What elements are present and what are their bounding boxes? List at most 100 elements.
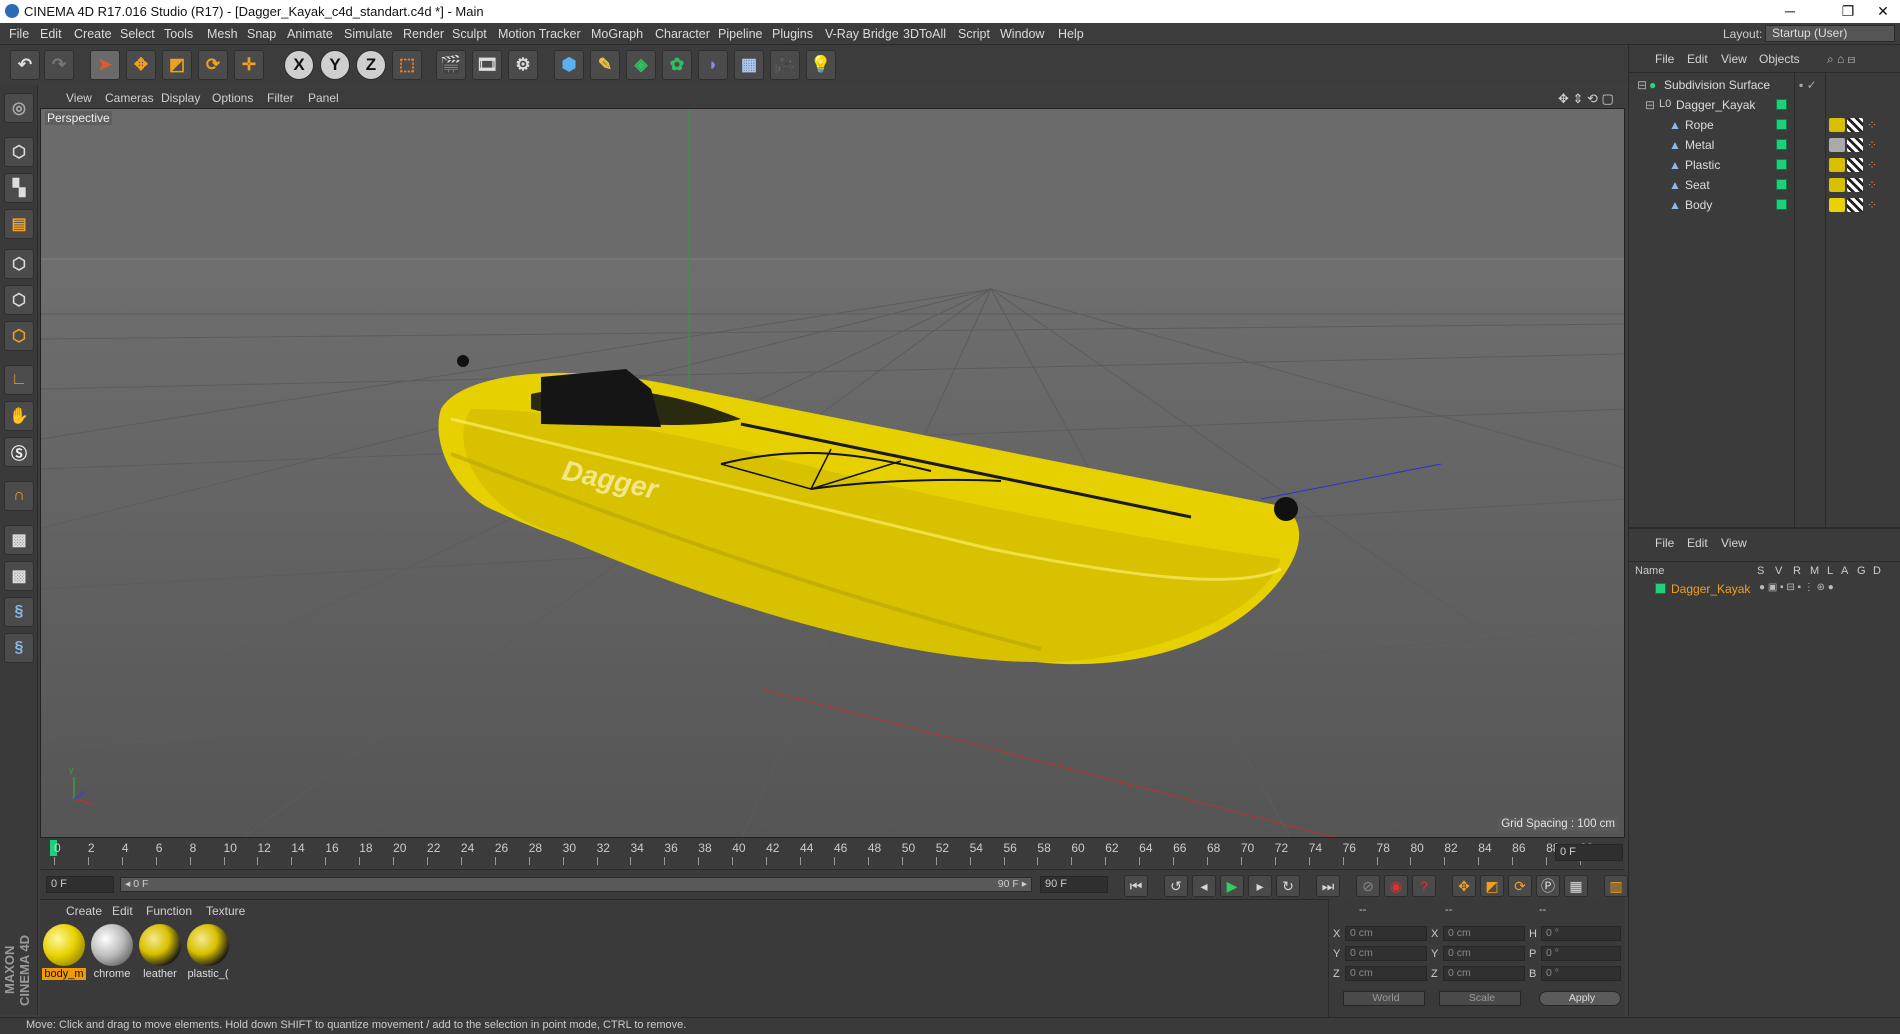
minimize-button[interactable]: ─ xyxy=(1768,0,1812,23)
layer-color-swatch[interactable] xyxy=(1655,583,1666,594)
column-view[interactable]: V xyxy=(1775,565,1782,577)
menu-animate[interactable]: Animate xyxy=(287,27,333,41)
menu-character[interactable]: Character xyxy=(655,27,710,41)
layout-select[interactable]: Startup (User) xyxy=(1765,25,1895,42)
key-pla-icon[interactable]: ▦ xyxy=(1564,875,1588,897)
axis-x-button[interactable]: X xyxy=(284,50,314,80)
layer-menu-edit[interactable]: Edit xyxy=(1687,536,1708,550)
material-tag-icon[interactable] xyxy=(1829,178,1845,192)
uvw-tag-icon[interactable] xyxy=(1847,178,1863,192)
column-deformers[interactable]: D xyxy=(1873,565,1881,577)
viewport-menu-view[interactable]: View xyxy=(66,91,92,105)
viewport-menu-filter[interactable]: Filter xyxy=(267,91,294,105)
go-to-end-icon[interactable]: ⏭ xyxy=(1316,875,1340,897)
column-generators[interactable]: G xyxy=(1857,565,1866,577)
layer-toggle-icons[interactable]: ● ▣ ▪ ⊟ ▪ ⋮ ⊛ ● xyxy=(1759,582,1834,593)
previous-frame-icon[interactable]: ◂ xyxy=(1192,875,1216,897)
object-row-seat[interactable]: ▲ Seat ⁘ xyxy=(1629,175,1900,195)
apply-button[interactable]: Apply xyxy=(1539,991,1621,1006)
position-y-field[interactable]: 0 cm xyxy=(1345,946,1427,961)
position-z-field[interactable]: 0 cm xyxy=(1345,966,1427,981)
deformer-icon[interactable]: ◗ xyxy=(698,50,728,80)
uvw-tag-icon[interactable] xyxy=(1847,158,1863,172)
python-icon[interactable]: § xyxy=(4,597,34,627)
menu-sculpt[interactable]: Sculpt xyxy=(452,27,487,41)
size-y-field[interactable]: 0 cm xyxy=(1443,946,1525,961)
snap-icon[interactable]: Ⓢ xyxy=(4,437,34,467)
column-solo[interactable]: S xyxy=(1757,565,1764,577)
grid-icon[interactable]: ▩ xyxy=(4,525,34,555)
enable-check-icon[interactable]: ▪ ✓ xyxy=(1799,78,1817,92)
pen-spline-icon[interactable]: ✎ xyxy=(590,50,620,80)
column-render[interactable]: R xyxy=(1793,565,1801,577)
menu-window[interactable]: Window xyxy=(1000,27,1044,41)
menu-file[interactable]: File xyxy=(9,27,29,41)
key-scale-icon[interactable]: ◩ xyxy=(1480,875,1504,897)
uvw-tag-icon[interactable] xyxy=(1847,138,1863,152)
menu-select[interactable]: Select xyxy=(120,27,155,41)
autokey-icon[interactable]: ◉ xyxy=(1384,875,1408,897)
viewport-menu-panel[interactable]: Panel xyxy=(308,91,339,105)
transform-icon[interactable]: ✛ xyxy=(234,50,264,80)
phong-tag-icon[interactable]: ⁘ xyxy=(1867,118,1877,132)
column-name[interactable]: Name xyxy=(1635,565,1664,577)
column-manager[interactable]: M xyxy=(1810,565,1819,577)
undo-icon[interactable]: ↶ xyxy=(10,50,40,80)
texture-mode-icon[interactable]: ▚ xyxy=(4,173,34,203)
phong-tag-icon[interactable]: ⁘ xyxy=(1867,198,1877,212)
object-menu-file[interactable]: File xyxy=(1655,52,1674,66)
object-menu-objects[interactable]: Objects xyxy=(1759,52,1800,66)
live-selection-icon[interactable]: ➤ xyxy=(90,50,120,80)
menu-render[interactable]: Render xyxy=(403,27,444,41)
current-frame-field[interactable]: 0 F xyxy=(1555,844,1623,861)
menu-help[interactable]: Help xyxy=(1058,27,1084,41)
coordinate-space-select[interactable]: World xyxy=(1343,991,1425,1006)
play-icon[interactable]: ▶ xyxy=(1220,875,1244,897)
menu-snap[interactable]: Snap xyxy=(247,27,276,41)
axis-y-button[interactable]: Y xyxy=(320,50,350,80)
key-rotation-icon[interactable]: ⟳ xyxy=(1508,875,1532,897)
go-to-start-icon[interactable]: ⏮ xyxy=(1124,875,1148,897)
coordinate-mode-select[interactable]: Scale xyxy=(1439,991,1521,1006)
layer-color-swatch[interactable] xyxy=(1776,179,1787,190)
menu-edit[interactable]: Edit xyxy=(40,27,62,41)
material-menu-function[interactable]: Function xyxy=(146,904,192,918)
object-row-body[interactable]: ▲ Body ⁘ xyxy=(1629,195,1900,215)
object-row-plastic[interactable]: ▲ Plastic ⁘ xyxy=(1629,155,1900,175)
material-leather[interactable]: leather xyxy=(138,924,182,982)
rotate-icon[interactable]: ⟳ xyxy=(198,50,228,80)
column-lock[interactable]: L xyxy=(1827,565,1833,577)
start-frame-field[interactable]: 0 F xyxy=(46,876,114,893)
frame-range-slider[interactable]: ◂ 0 F 90 F ▸ xyxy=(120,877,1032,892)
layer-color-swatch[interactable] xyxy=(1776,139,1787,150)
phong-tag-icon[interactable]: ⁘ xyxy=(1867,178,1877,192)
rotation-h-field[interactable]: 0 ° xyxy=(1541,926,1621,941)
record-keys-icon[interactable]: ⊘ xyxy=(1356,875,1380,897)
close-button[interactable]: ✕ xyxy=(1866,0,1900,23)
floor-icon[interactable]: ▦ xyxy=(734,50,764,80)
menu-vray-bridge[interactable]: V-Ray Bridge xyxy=(825,27,899,41)
menu-create[interactable]: Create xyxy=(74,27,112,41)
render-picture-viewer-icon[interactable]: 🎞 xyxy=(472,50,502,80)
material-tag-icon[interactable] xyxy=(1829,158,1845,172)
layer-menu-view[interactable]: View xyxy=(1721,536,1747,550)
layer-menu-file[interactable]: File xyxy=(1655,536,1674,550)
timeline-ruler[interactable]: 0 2 4 6 8 10 12 14 16 18 20 22 24 26 28 30 32 34 36 38 40 42 4… xyxy=(40,838,1625,868)
viewport-navigate-icons[interactable]: ✥ ⇕ ⟲ ▢ xyxy=(1558,91,1614,107)
polygons-mode-icon[interactable]: ⬡ xyxy=(4,321,34,351)
render-view-icon[interactable]: 🎬 xyxy=(436,50,466,80)
menu-plugins[interactable]: Plugins xyxy=(772,27,813,41)
uvw-tag-icon[interactable] xyxy=(1847,118,1863,132)
menu-script[interactable]: Script xyxy=(958,27,990,41)
render-settings-icon[interactable]: ⚙ xyxy=(508,50,538,80)
object-menu-edit[interactable]: Edit xyxy=(1687,52,1708,66)
move-icon[interactable]: ✥ xyxy=(126,50,156,80)
size-z-field[interactable]: 0 cm xyxy=(1443,966,1525,981)
layer-row-dagger-kayak[interactable]: Dagger_Kayak ● ▣ ▪ ⊟ ▪ ⋮ ⊛ ● xyxy=(1629,579,1900,599)
material-tag-icon[interactable] xyxy=(1829,138,1845,152)
tree-collapse-icon[interactable]: ⊟ xyxy=(1637,78,1647,92)
next-frame-icon[interactable]: ▸ xyxy=(1248,875,1272,897)
material-chrome[interactable]: chrome xyxy=(90,924,134,982)
cloner-icon[interactable]: ✿ xyxy=(662,50,692,80)
restore-button[interactable]: ❐ xyxy=(1826,0,1870,23)
